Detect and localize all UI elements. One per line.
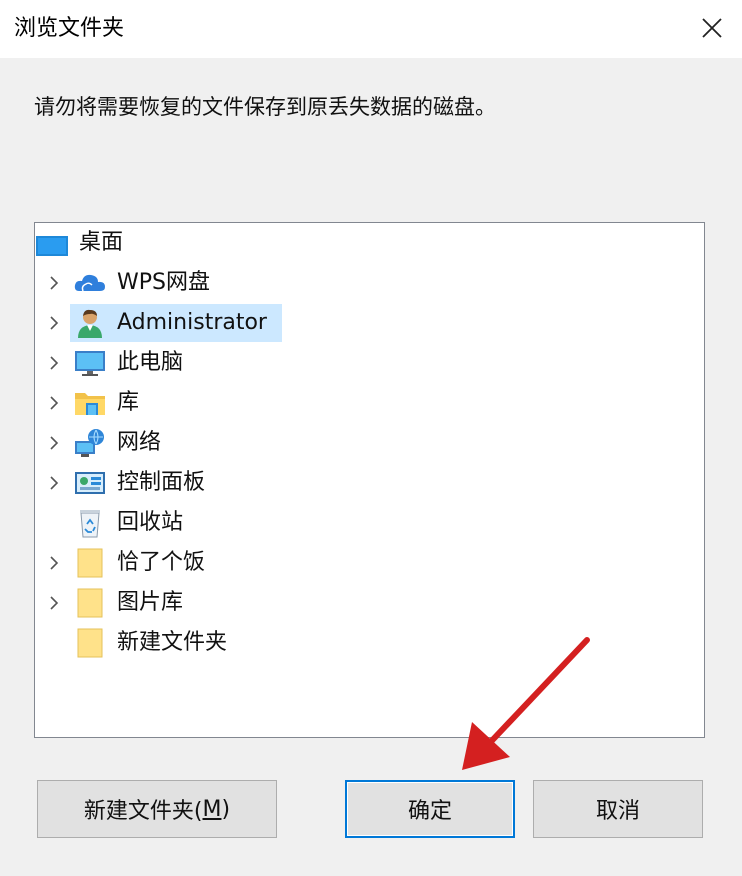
chevron-right-icon[interactable] — [44, 473, 64, 493]
chevron-right-icon[interactable] — [44, 593, 64, 613]
close-button[interactable] — [696, 12, 728, 44]
tree-item-label: 网络 — [117, 430, 162, 455]
folder-icon — [77, 588, 103, 618]
chevron-right-icon[interactable] — [44, 313, 64, 333]
tree-item-this-pc[interactable]: 此电脑 — [35, 343, 704, 383]
ok-button-label: 确定 — [407, 799, 452, 824]
chevron-right-icon[interactable] — [44, 393, 64, 413]
tree-item-label: 图片库 — [117, 590, 184, 615]
tree-item-label: 新建文件夹 — [117, 630, 228, 655]
folder-icon — [77, 548, 103, 578]
network-icon — [75, 429, 104, 457]
tree-item-control-panel[interactable]: 控制面板 — [35, 463, 704, 503]
close-icon — [702, 18, 722, 38]
new-folder-button-label-close: ) — [221, 796, 231, 822]
tree-item-folder-new[interactable]: 新建文件夹 — [35, 623, 704, 663]
new-folder-accelerator-key: M — [202, 796, 222, 822]
tree-item-label: 恰了个饭 — [117, 550, 206, 575]
new-folder-button-label: 新建文件夹( — [83, 799, 203, 824]
tree-item-label: 桌面 — [79, 230, 124, 255]
ok-button[interactable]: 确定 — [345, 780, 515, 838]
chevron-right-icon[interactable] — [44, 273, 64, 293]
tree-item-libraries[interactable]: 库 — [35, 383, 704, 423]
tree-item-folder-qialegefan[interactable]: 恰了个饭 — [35, 543, 704, 583]
tree-item-label: 库 — [117, 390, 140, 415]
cloud-icon — [74, 274, 105, 292]
dialog-title: 浏览文件夹 — [14, 16, 125, 41]
tree-item-recycle-bin[interactable]: 回收站 — [35, 503, 704, 543]
tree-item-label: Administrator — [117, 310, 267, 335]
computer-icon — [75, 351, 105, 376]
tree-item-administrator[interactable]: Administrator — [35, 303, 704, 343]
tree-item-label: 此电脑 — [117, 350, 184, 375]
tree-item-folder-pictures[interactable]: 图片库 — [35, 583, 704, 623]
user-icon — [78, 309, 102, 338]
folder-icon — [77, 628, 103, 658]
cancel-button-label: 取消 — [595, 799, 640, 824]
tree-item-wps-cloud[interactable]: WPS网盘 — [35, 263, 704, 303]
warning-description: 请勿将需要恢复的文件保存到原丢失数据的磁盘。 — [34, 95, 496, 119]
chevron-right-icon[interactable] — [44, 353, 64, 373]
tree-item-desktop[interactable]: 桌面 — [35, 223, 704, 263]
title-bar: 浏览文件夹 — [0, 0, 742, 58]
cancel-button[interactable]: 取消 — [533, 780, 703, 838]
control-panel-icon — [75, 472, 105, 494]
recycle-bin-icon — [80, 510, 100, 538]
tree-item-network[interactable]: 网络 — [35, 423, 704, 463]
tree-item-label: 控制面板 — [117, 470, 206, 495]
tree-item-label: WPS网盘 — [117, 270, 210, 295]
desktop-icon — [36, 236, 68, 256]
library-icon — [75, 393, 105, 415]
chevron-right-icon[interactable] — [44, 553, 64, 573]
new-folder-button[interactable]: 新建文件夹(M) — [37, 780, 277, 838]
tree-item-label: 回收站 — [117, 510, 184, 535]
chevron-right-icon[interactable] — [44, 433, 64, 453]
folder-tree[interactable]: 桌面 WPS网盘 Administrator 此电脑 库 网络 控制面板 回收站… — [34, 222, 705, 738]
